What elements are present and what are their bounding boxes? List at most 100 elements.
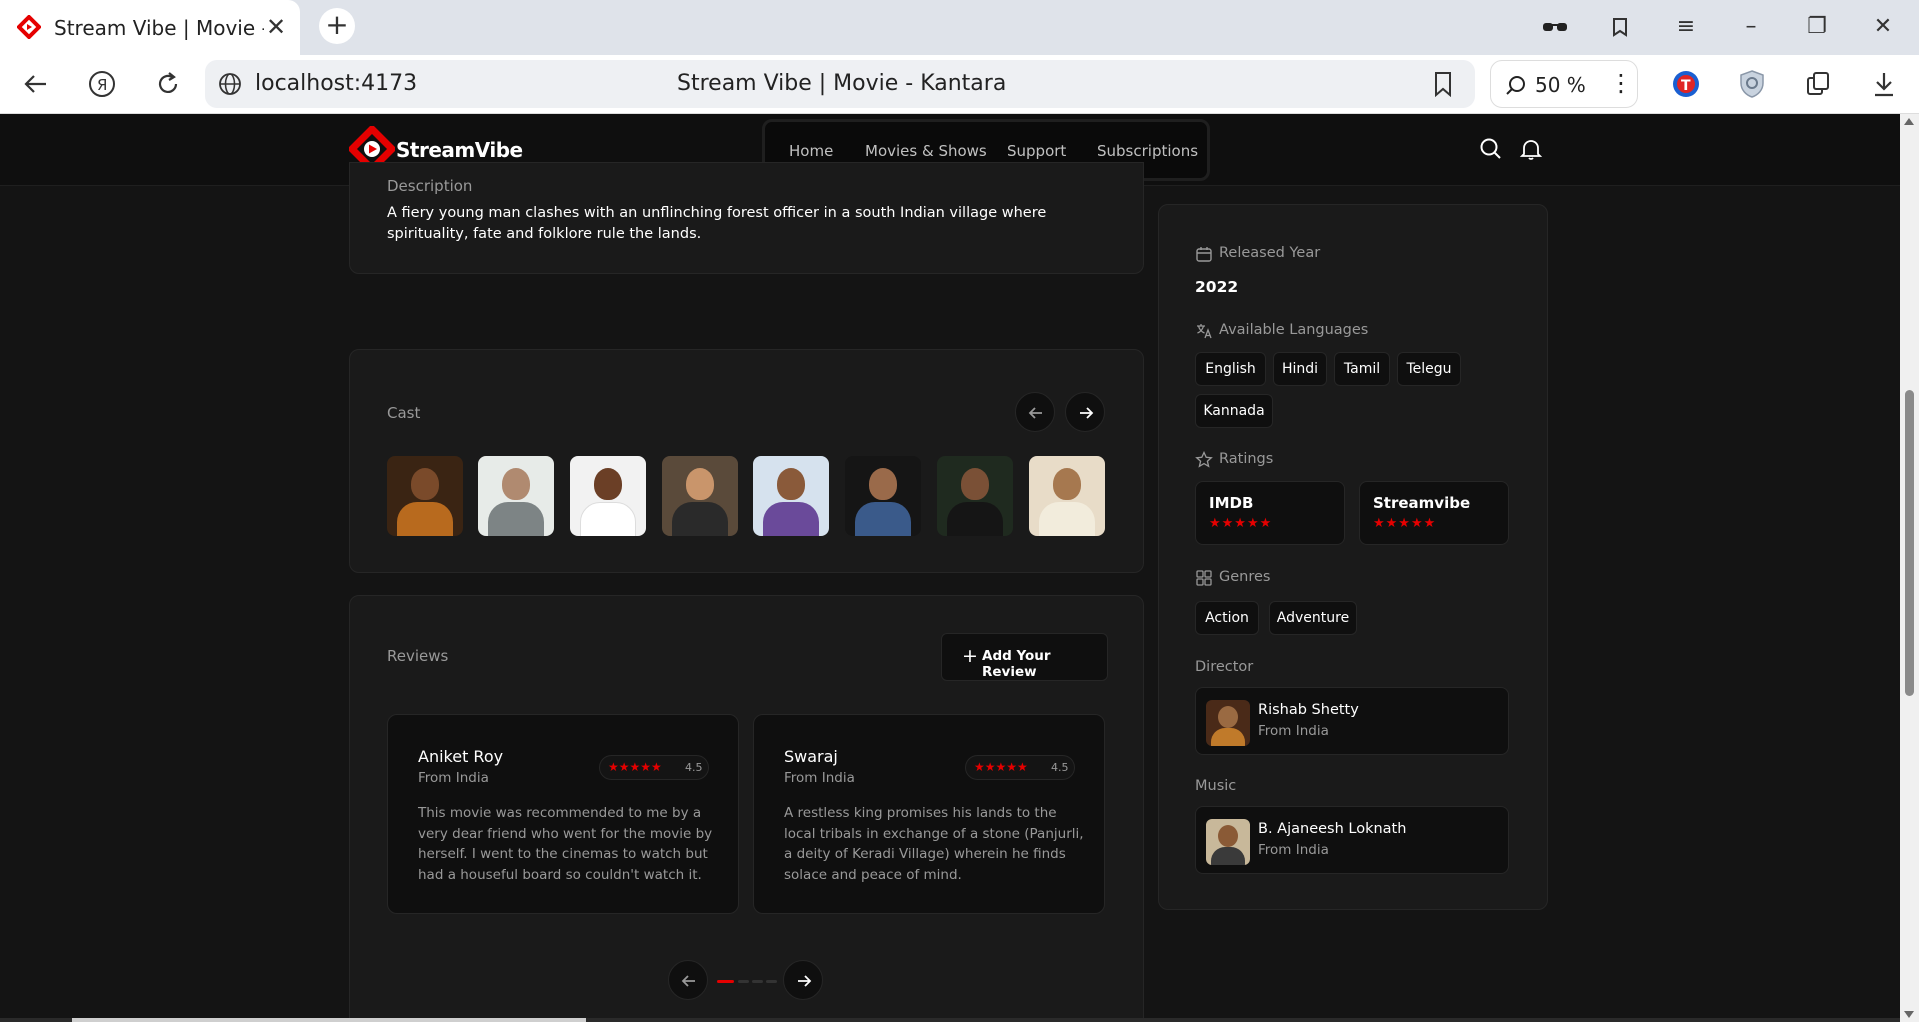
- rating-stars-icon: ★★★★★: [1209, 516, 1273, 531]
- pager-dot[interactable]: [738, 980, 749, 983]
- svg-text:T: T: [1681, 78, 1691, 94]
- review-text: This movie was recommended to me by a ve…: [418, 805, 713, 883]
- close-window-icon[interactable]: ✕: [1868, 12, 1898, 42]
- description-card: Description A fiery young man clashes wi…: [349, 162, 1144, 274]
- director-avatar: [1206, 700, 1250, 746]
- language-chip[interactable]: Kannada: [1195, 394, 1273, 428]
- back-arrow-icon[interactable]: [20, 68, 52, 100]
- yandex-icon[interactable]: Я: [86, 68, 118, 100]
- zoom-search-icon: [1506, 76, 1525, 95]
- logo-text[interactable]: StreamVibe: [396, 138, 523, 162]
- reviewer-location: From India: [418, 770, 489, 786]
- cast-member-photo[interactable]: [753, 456, 829, 536]
- pager-dot-active[interactable]: [717, 980, 734, 983]
- arrow-right-icon: [1080, 407, 1094, 419]
- add-review-button[interactable]: + Add Your Review: [941, 633, 1108, 681]
- shield-extension-icon[interactable]: [1736, 68, 1768, 100]
- cast-member-photo[interactable]: [478, 456, 554, 536]
- reviews-card: Reviews + Add Your Review Aniket Roy Fro…: [349, 595, 1144, 1022]
- notification-bell-icon[interactable]: [1518, 136, 1544, 162]
- download-icon[interactable]: [1868, 68, 1900, 100]
- rating-source-name: IMDB: [1209, 494, 1254, 512]
- language-chip[interactable]: Hindi: [1273, 352, 1327, 386]
- rating-box-streamvibe: Streamvibe ★★★★★: [1359, 481, 1509, 545]
- pager-dot[interactable]: [752, 980, 763, 983]
- cast-member-photo[interactable]: [570, 456, 646, 536]
- new-tab-button[interactable]: +: [319, 8, 355, 44]
- scroll-up-arrow-icon[interactable]: [1904, 118, 1914, 125]
- arrow-left-icon: [1028, 407, 1042, 419]
- music-director-name: B. Ajaneesh Loknath: [1258, 821, 1407, 837]
- nav-item-subscriptions[interactable]: Subscriptions: [1097, 142, 1198, 160]
- cast-member-photo[interactable]: [387, 456, 463, 536]
- review-card: Swaraj From India ★★★★★ 4.5 A restless k…: [753, 714, 1105, 914]
- pager-dot[interactable]: [766, 980, 777, 983]
- cast-next-button[interactable]: [1065, 392, 1105, 432]
- cast-member-photo[interactable]: [937, 456, 1013, 536]
- tab-close-icon[interactable]: ✕: [266, 13, 286, 41]
- released-year-value: 2022: [1195, 278, 1239, 296]
- more-options-icon[interactable]: ⋮: [1609, 69, 1633, 97]
- cast-label: Cast: [387, 404, 421, 422]
- description-text: A fiery young man clashes with an unflin…: [387, 205, 1047, 242]
- genre-chip[interactable]: Adventure: [1269, 601, 1357, 635]
- arrow-left-icon: [681, 975, 695, 987]
- director-label: Director: [1195, 659, 1254, 675]
- zoom-control[interactable]: 50 % ⋮: [1490, 60, 1638, 108]
- vertical-scroll-thumb[interactable]: [1905, 390, 1914, 696]
- nav-item-home[interactable]: Home: [789, 142, 833, 160]
- director-location: From India: [1258, 723, 1329, 739]
- movie-info-sidebar: Released Year 2022 Available Languages E…: [1158, 204, 1548, 910]
- reload-icon[interactable]: [152, 68, 184, 100]
- bookmark-icon[interactable]: [1431, 71, 1455, 97]
- language-chip[interactable]: Telegu: [1397, 352, 1461, 386]
- grid-icon: [1196, 570, 1212, 586]
- music-card[interactable]: B. Ajaneesh Loknath From India: [1195, 806, 1509, 874]
- language-chip[interactable]: English: [1195, 352, 1266, 386]
- translate-icon: [1197, 324, 1212, 339]
- language-chip[interactable]: Tamil: [1334, 352, 1390, 386]
- music-label: Music: [1195, 778, 1237, 794]
- star-outline-icon: [1195, 451, 1213, 468]
- search-icon[interactable]: [1478, 136, 1504, 162]
- extensions-icon[interactable]: [1802, 68, 1834, 100]
- translate-extension-icon[interactable]: T: [1670, 68, 1702, 100]
- menu-icon[interactable]: ≡: [1671, 12, 1701, 42]
- cast-card: Cast: [349, 349, 1144, 573]
- reviews-label: Reviews: [387, 647, 449, 665]
- cast-member-photo[interactable]: [662, 456, 738, 536]
- music-director-avatar: [1206, 819, 1250, 865]
- cast-prev-button[interactable]: [1015, 392, 1055, 432]
- address-bar[interactable]: localhost:4173 Stream Vibe | Movie - Kan…: [205, 60, 1475, 108]
- director-name: Rishab Shetty: [1258, 702, 1359, 718]
- nav-item-movies-shows[interactable]: Movies & Shows: [865, 142, 987, 160]
- reviewer-name: Aniket Roy: [418, 747, 504, 766]
- zoom-level: 50 %: [1535, 73, 1586, 97]
- restore-icon[interactable]: ❐: [1802, 12, 1832, 42]
- horizontal-scrollbar[interactable]: [0, 1018, 1900, 1022]
- scroll-down-arrow-icon[interactable]: [1904, 1011, 1914, 1018]
- review-rating-badge: ★★★★★ 4.5: [965, 755, 1075, 780]
- review-text: A restless king promises his lands to th…: [784, 805, 1084, 883]
- horizontal-scroll-thumb[interactable]: [72, 1018, 586, 1022]
- rating-stars-icon: ★★★★★: [608, 760, 662, 774]
- review-rating-value: 4.5: [1051, 761, 1069, 774]
- minimize-icon[interactable]: –: [1736, 12, 1766, 42]
- page-viewport: StreamVibe Home Movies & Shows Support S…: [0, 114, 1900, 1022]
- cast-member-photo[interactable]: [1029, 456, 1105, 536]
- rating-stars-icon: ★★★★★: [1373, 516, 1437, 531]
- cast-member-photo[interactable]: [845, 456, 921, 536]
- browser-tab[interactable]: Stream Vibe | Movie - Kantara ✕: [0, 0, 300, 55]
- director-card[interactable]: Rishab Shetty From India: [1195, 687, 1509, 755]
- reviews-next-button[interactable]: [783, 960, 823, 1000]
- incognito-glasses-icon[interactable]: [1540, 12, 1570, 42]
- reviewer-name: Swaraj: [784, 747, 838, 766]
- reviewer-location: From India: [784, 770, 855, 786]
- vertical-scrollbar[interactable]: [1900, 114, 1919, 1022]
- reviews-prev-button[interactable]: [668, 960, 708, 1000]
- rating-box-imdb: IMDB ★★★★★: [1195, 481, 1345, 545]
- genre-chip[interactable]: Action: [1195, 601, 1259, 635]
- nav-item-support[interactable]: Support: [1007, 142, 1066, 160]
- url-host: localhost:4173: [255, 71, 418, 96]
- collections-icon[interactable]: [1606, 12, 1636, 42]
